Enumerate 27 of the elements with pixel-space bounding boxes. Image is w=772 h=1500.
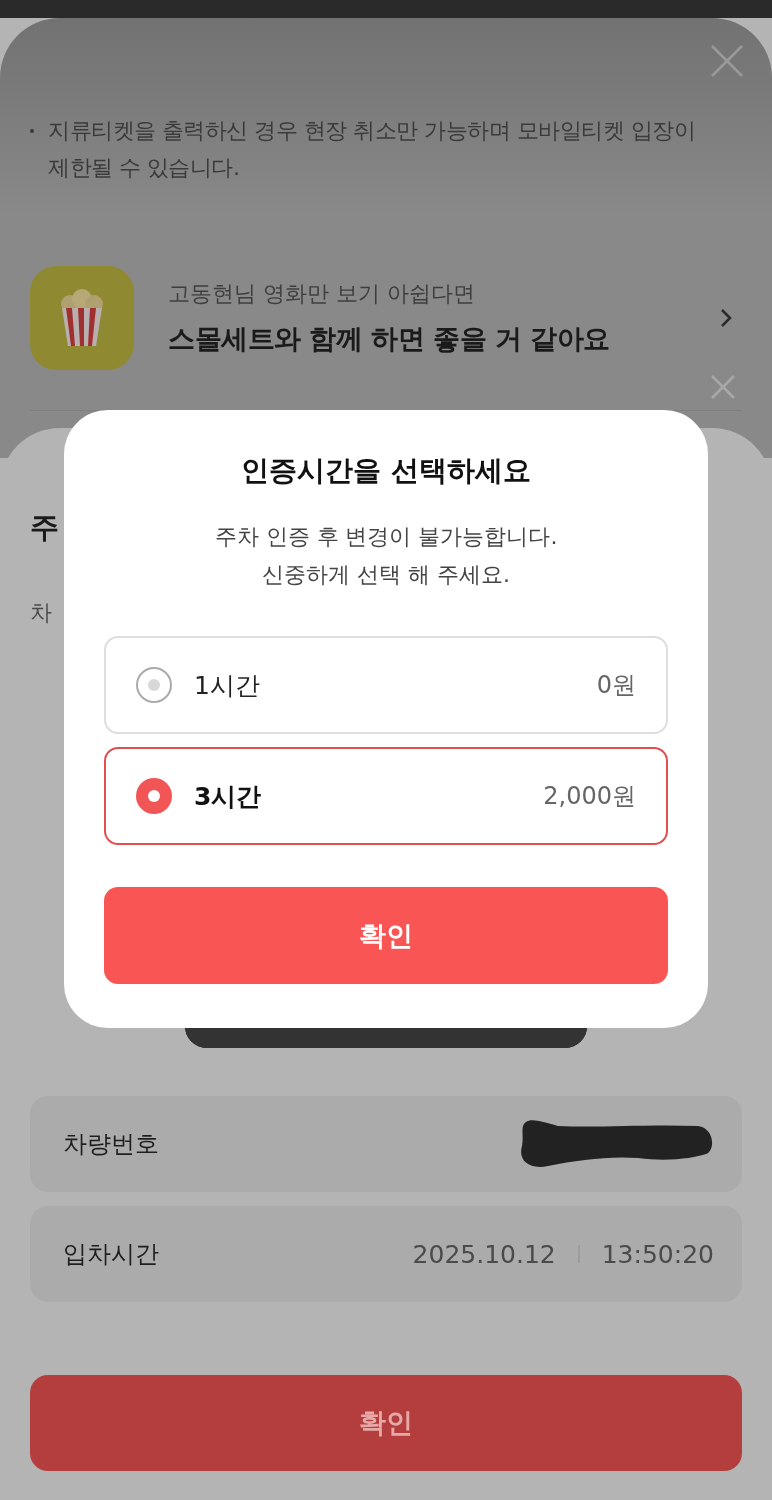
- confirm-button[interactable]: 확인: [104, 887, 668, 984]
- promo-banner[interactable]: 고동현님 영화만 보기 아쉽다면 스몰세트와 함께 하면 좋을 거 같아요: [30, 266, 742, 370]
- sheet-title: 주: [30, 509, 59, 546]
- option-price: 2,000원: [543, 781, 636, 812]
- popcorn-icon: [30, 266, 134, 370]
- time-option[interactable]: 1시간 0원: [104, 636, 668, 734]
- option-label: 3시간: [194, 780, 263, 813]
- dialog-message: 신중하게 선택 해 주세요.: [262, 561, 510, 589]
- time-option[interactable]: 3시간 2,000원: [104, 747, 668, 845]
- radio-button[interactable]: [136, 667, 172, 703]
- close-icon[interactable]: [710, 374, 736, 400]
- dialog-title: 인증시간을 선택하세요: [241, 453, 531, 489]
- field-label: 입차시간: [63, 1239, 159, 1270]
- entry-time: 13:50:20: [601, 1239, 714, 1269]
- close-icon[interactable]: [710, 44, 744, 78]
- sheet-label: 차: [30, 599, 52, 627]
- entry-date: 2025.10.12: [412, 1239, 556, 1269]
- field-label: 차량번호: [63, 1129, 159, 1160]
- option-label: 1시간: [194, 669, 261, 702]
- promo-subtitle: 고동현님 영화만 보기 아쉽다면: [168, 280, 476, 308]
- notice-text: 지류티켓을 출력하신 경우 현장 취소만 가능하며 모바일티켓 입장이 제한될 수 있습니다.: [48, 117, 697, 182]
- chevron-right-icon: [720, 308, 732, 328]
- option-price: 0원: [596, 670, 636, 701]
- promo-title: 스몰세트와 함께 하면 좋을 거 같아요: [168, 322, 611, 356]
- dialog-message: 주차 인증 후 변경이 불가능합니다.: [214, 523, 558, 551]
- confirm-button[interactable]: 확인: [30, 1375, 742, 1471]
- radio-button[interactable]: [136, 778, 172, 814]
